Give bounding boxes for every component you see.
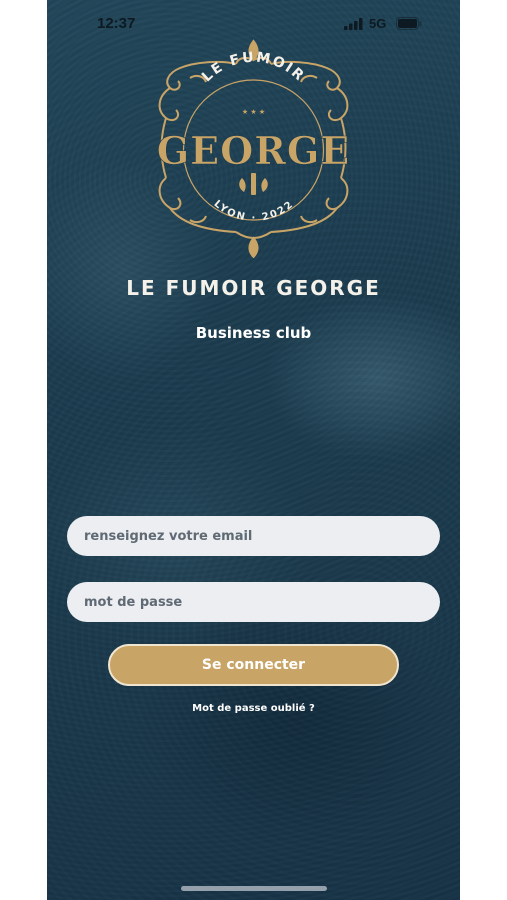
network-label: 5G <box>369 16 387 31</box>
home-indicator[interactable] <box>181 886 327 891</box>
battery-icon <box>396 17 422 30</box>
logo-emblem: LE FUMOIR ★ ★ ★ GEORGE LYON · 2022 <box>156 39 351 258</box>
svg-text:★ ★ ★: ★ ★ ★ <box>242 108 265 116</box>
email-field[interactable] <box>67 516 440 556</box>
logo-bottom-text: LYON · 2022 <box>212 198 295 223</box>
svg-text:LYON · 2022: LYON · 2022 <box>212 198 297 223</box>
status-time: 12:37 <box>97 15 136 32</box>
login-button[interactable]: Se connecter <box>108 644 399 686</box>
forgot-password-link[interactable]: Mot de passe oublié ? <box>47 703 460 714</box>
login-screen: 12:37 5G LE FUMOIR ★ ★ ★ GEORGE LYON · 2… <box>47 0 460 900</box>
logo-main-text: GEORGE <box>157 128 351 173</box>
signal-icon <box>344 18 363 30</box>
brand-subtitle: Business club <box>195 324 312 342</box>
password-field[interactable] <box>67 582 440 622</box>
brand-title: LE FUMOIR GEORGE <box>126 276 381 300</box>
